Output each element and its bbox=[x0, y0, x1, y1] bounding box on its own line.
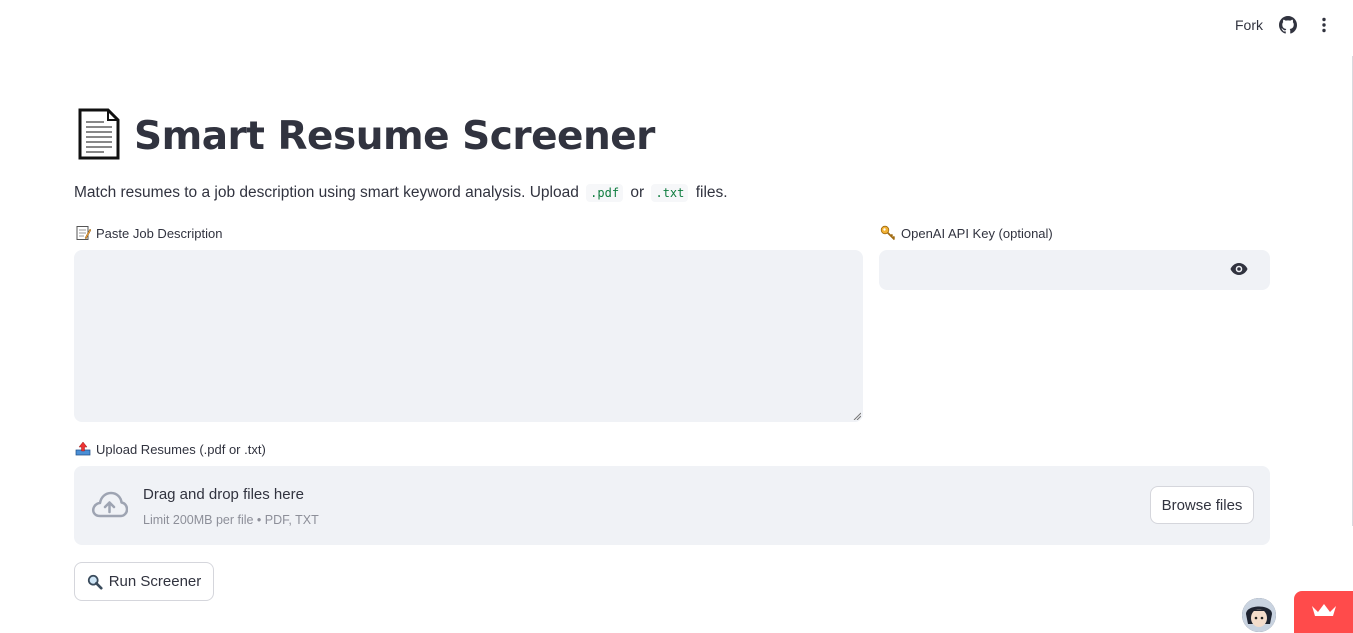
job-description-textarea[interactable] bbox=[74, 250, 863, 422]
run-screener-label: Run Screener bbox=[108, 573, 202, 590]
code-pdf: .pdf bbox=[586, 184, 624, 202]
fork-link[interactable]: Fork bbox=[1235, 17, 1263, 33]
more-vert-icon[interactable] bbox=[1313, 14, 1335, 36]
crown-icon bbox=[1311, 602, 1337, 623]
github-icon[interactable] bbox=[1277, 14, 1299, 36]
uploader-label-text: Upload Resumes (.pdf or .txt) bbox=[96, 441, 266, 457]
browse-files-button[interactable]: Browse files bbox=[1150, 486, 1254, 524]
api-key-input[interactable] bbox=[879, 250, 1270, 290]
app-toolbar: Fork bbox=[1235, 0, 1353, 50]
magnifier-icon bbox=[87, 574, 103, 590]
api-key-label: OpenAI API Key (optional) bbox=[880, 225, 1053, 241]
streamlit-badge[interactable] bbox=[1294, 591, 1353, 633]
outbox-tray-icon bbox=[75, 441, 91, 457]
uploader-label: Upload Resumes (.pdf or .txt) bbox=[75, 441, 266, 457]
memo-icon bbox=[75, 225, 91, 241]
intro-text-or: or bbox=[630, 184, 645, 201]
api-key-label-text: OpenAI API Key (optional) bbox=[901, 225, 1053, 241]
page-title: Smart Resume Screener bbox=[74, 108, 655, 165]
eye-icon[interactable] bbox=[1230, 262, 1248, 281]
job-description-label-text: Paste Job Description bbox=[96, 225, 223, 241]
page-document-icon bbox=[74, 108, 122, 165]
avatar[interactable] bbox=[1242, 598, 1276, 632]
cloud-upload-icon bbox=[90, 490, 129, 525]
job-description-label: Paste Job Description bbox=[75, 225, 222, 241]
intro-text-before: Match resumes to a job description using… bbox=[74, 184, 579, 201]
page-title-text: Smart Resume Screener bbox=[134, 114, 655, 159]
key-icon bbox=[880, 225, 896, 241]
run-screener-button[interactable]: Run Screener bbox=[74, 562, 214, 601]
file-dropzone[interactable]: Drag and drop files here Limit 200MB per… bbox=[74, 466, 1270, 545]
dropzone-limit: Limit 200MB per file • PDF, TXT bbox=[143, 513, 319, 527]
dropzone-title: Drag and drop files here bbox=[143, 486, 304, 503]
intro-text-after: files. bbox=[695, 184, 728, 201]
code-txt: .txt bbox=[651, 184, 689, 202]
resize-handle-icon[interactable] bbox=[853, 412, 861, 420]
intro-text: Match resumes to a job description using… bbox=[74, 184, 728, 202]
